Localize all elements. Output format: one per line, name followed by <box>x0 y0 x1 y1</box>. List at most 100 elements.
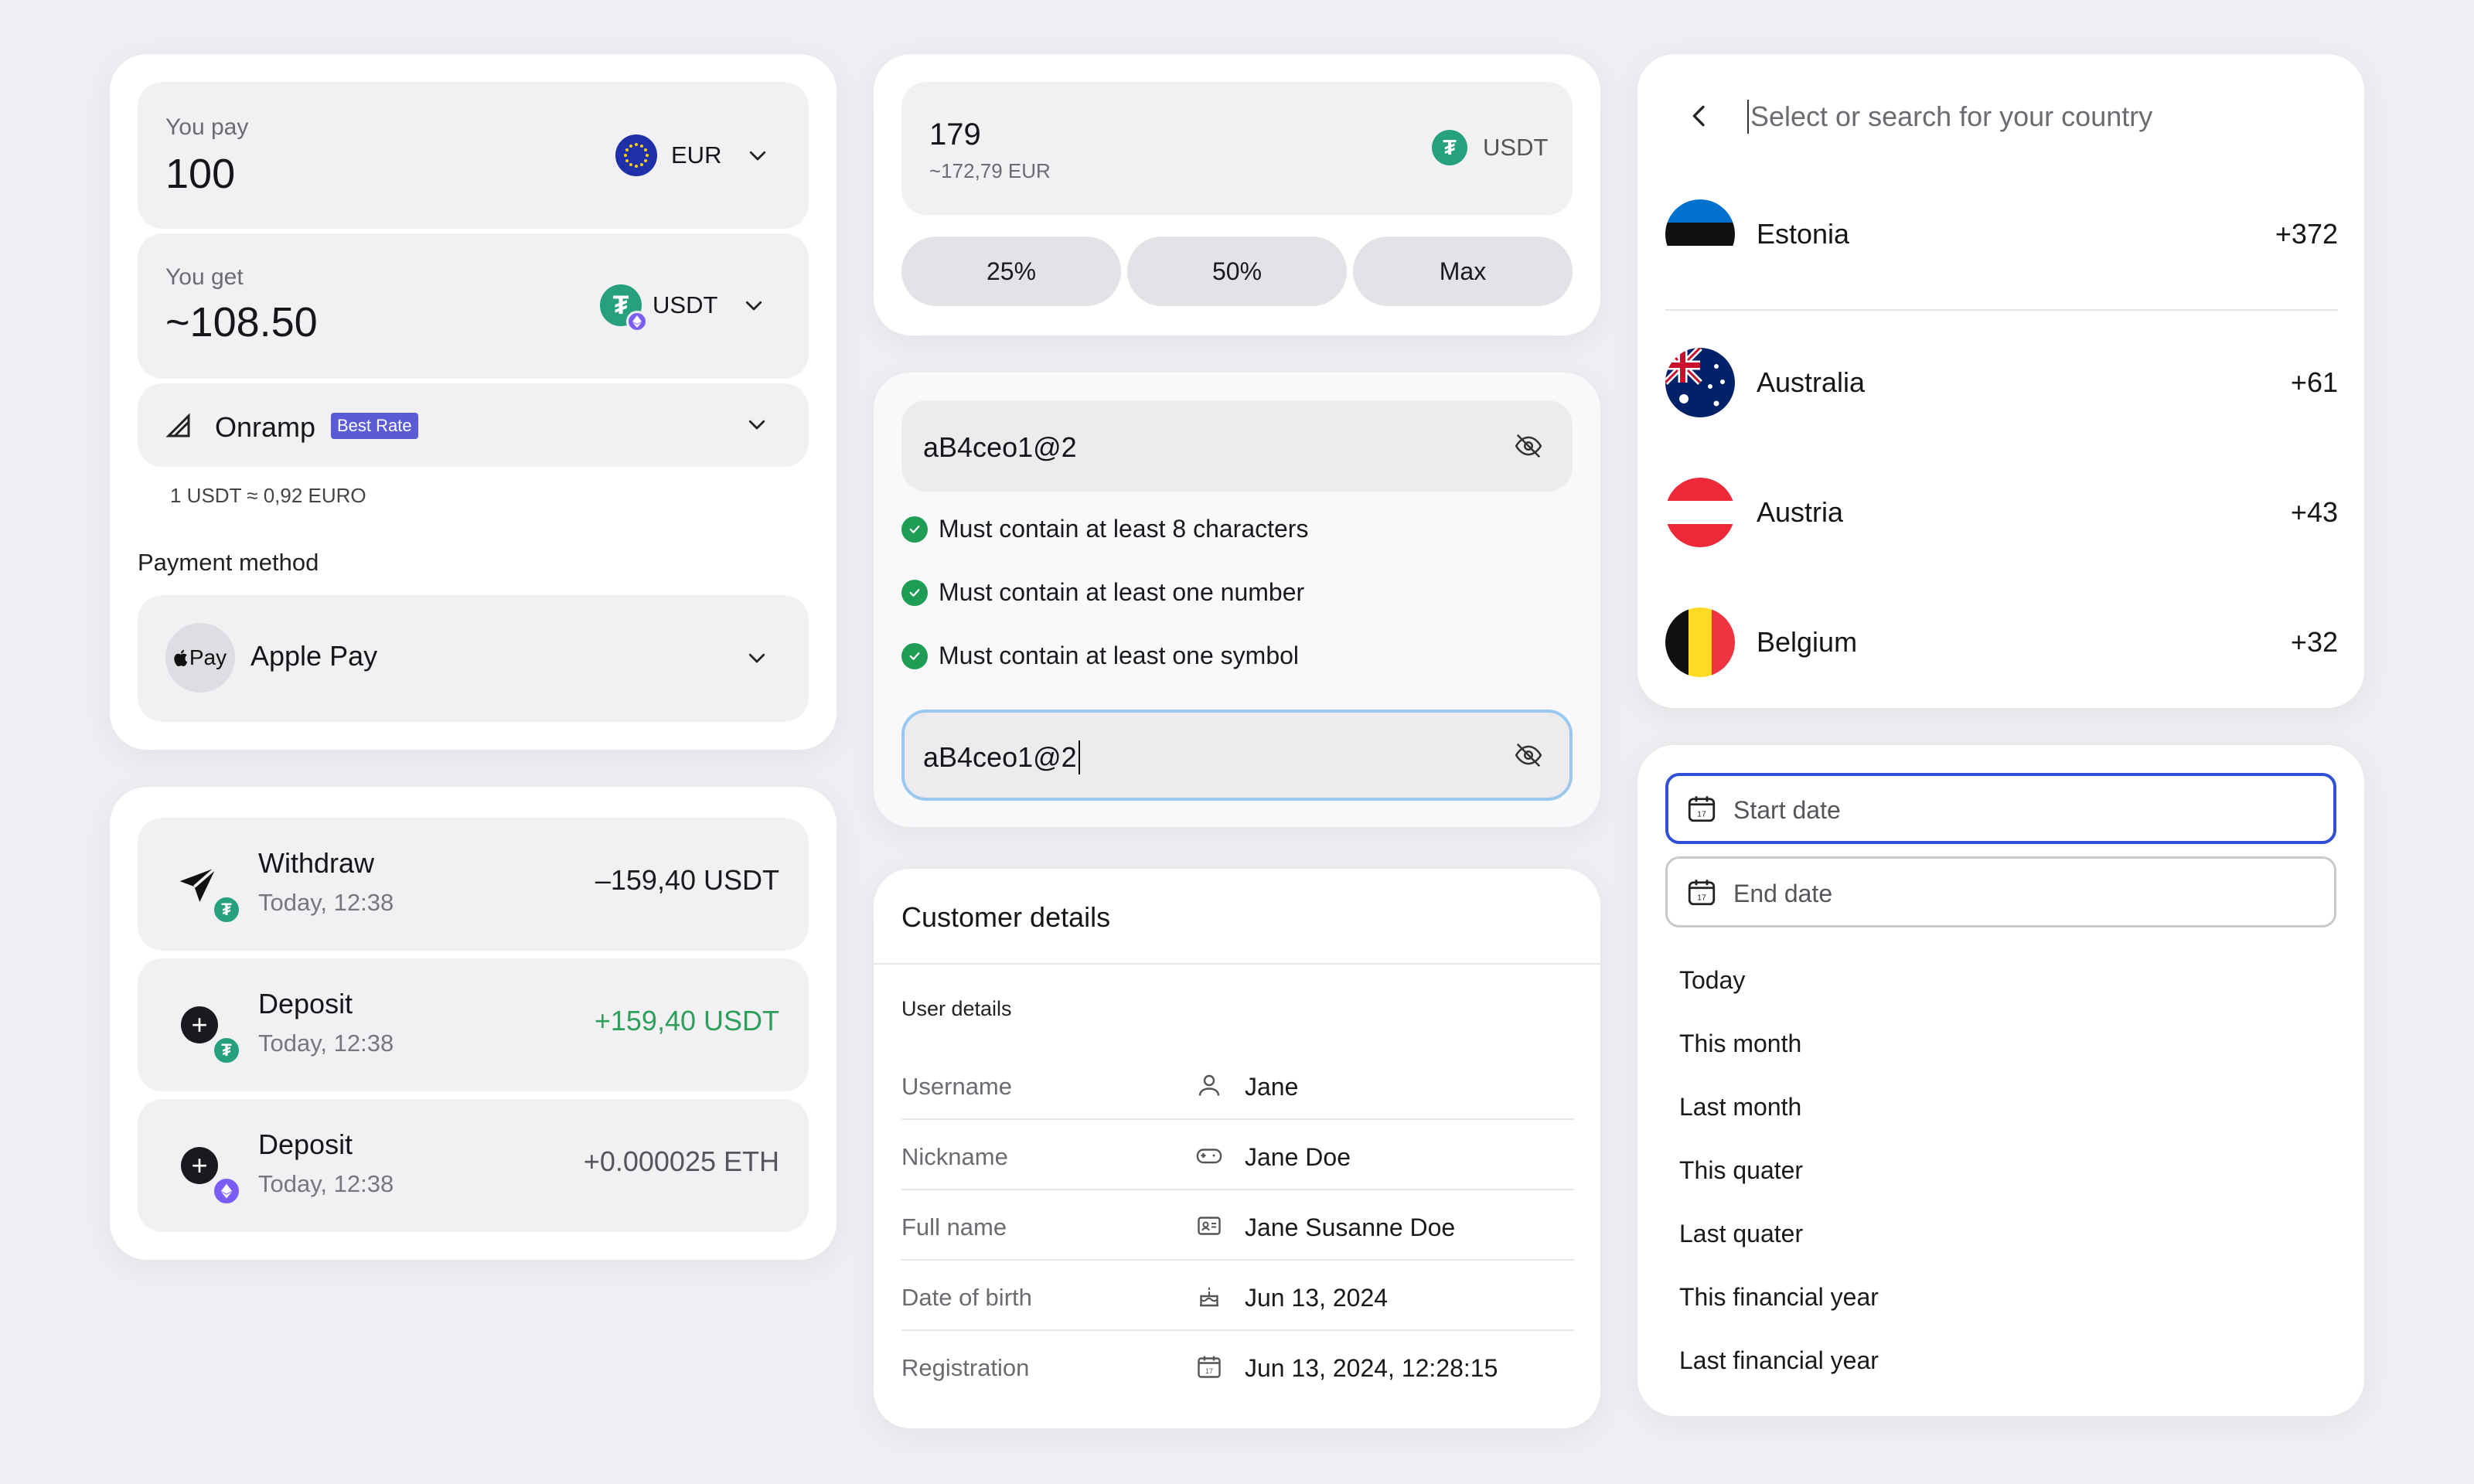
eye-off-icon[interactable] <box>1512 431 1545 465</box>
password-rule: Must contain at least 8 characters <box>901 515 1308 543</box>
cake-icon <box>1195 1282 1223 1310</box>
estonia-flag-icon <box>1665 199 1735 269</box>
country-name: Australia <box>1757 366 1866 398</box>
detail-row-full-name: Full name Jane Susanne Doe <box>901 1190 1574 1261</box>
provider-name: Onramp <box>215 411 316 443</box>
tether-icon: ₮ <box>600 284 648 332</box>
rule-text: Must contain at least one symbol <box>939 642 1300 669</box>
detail-value: Jane Susanne Doe <box>1245 1213 1456 1241</box>
transaction-title: Withdraw <box>258 847 375 879</box>
preset-max-button[interactable]: Max <box>1353 237 1573 306</box>
password-input[interactable]: aB4ceo1@2 <box>901 400 1573 492</box>
country-search-input[interactable]: Select or search for your country <box>1747 97 2335 136</box>
eye-off-icon[interactable] <box>1512 740 1545 774</box>
country-dial-code: +43 <box>2290 496 2338 528</box>
rule-text: Must contain at least one number <box>939 578 1305 606</box>
euro-flag-icon <box>615 134 657 176</box>
password-value[interactable]: aB4ceo1@2 <box>923 431 1077 464</box>
divider <box>1665 309 2338 311</box>
country-item-austria[interactable]: Austria +43 <box>1665 478 2338 547</box>
ethereum-badge-icon <box>212 1176 241 1206</box>
chevron-down-icon <box>742 294 765 317</box>
amount-converted: ~172,79 EUR <box>929 159 1051 182</box>
you-get-field[interactable]: You get ~108.50 ₮ USDT <box>138 233 809 379</box>
transaction-row[interactable]: + ₮ Deposit Today, 12:38 +159,40 USDT <box>138 958 809 1091</box>
you-pay-amount[interactable]: 100 <box>165 150 235 198</box>
transaction-row[interactable]: ₮ Withdraw Today, 12:38 –159,40 USDT <box>138 818 809 951</box>
transaction-time: Today, 12:38 <box>258 889 394 916</box>
detail-value: Jane <box>1245 1073 1299 1101</box>
date-option-this-financial-year[interactable]: This financial year <box>1679 1283 1879 1312</box>
id-card-icon <box>1195 1212 1223 1240</box>
best-rate-badge: Best Rate <box>331 413 418 439</box>
payment-method-selector[interactable]: Pay Apple Pay <box>138 595 809 722</box>
calendar-icon: 17 <box>1685 791 1718 829</box>
plus-icon: + <box>181 1006 218 1043</box>
detail-label: Registration <box>901 1354 1030 1381</box>
plus-icon: + <box>181 1147 218 1184</box>
gamepad-icon <box>1195 1142 1223 1169</box>
date-option-last-financial-year[interactable]: Last financial year <box>1679 1346 1879 1375</box>
austria-flag-icon <box>1665 478 1735 547</box>
country-name: Belgium <box>1757 626 1858 658</box>
date-option-last-quarter[interactable]: Last quater <box>1679 1220 1803 1248</box>
date-option-last-month[interactable]: Last month <box>1679 1093 1801 1122</box>
transaction-amount: –159,40 USDT <box>595 864 779 896</box>
transaction-time: Today, 12:38 <box>258 1030 394 1057</box>
end-date-placeholder: End date <box>1733 880 1833 907</box>
currency-code: USDT <box>1483 134 1549 161</box>
start-date-input[interactable]: 17 Start date <box>1665 773 2336 844</box>
country-name: Austria <box>1757 496 1844 528</box>
country-dial-code: +372 <box>2275 218 2338 250</box>
customer-details-title: Customer details <box>901 901 1111 933</box>
back-arrow-icon[interactable] <box>1684 99 1715 137</box>
belgium-flag-icon <box>1665 608 1735 677</box>
detail-label: Username <box>901 1073 1012 1100</box>
tether-badge-icon: ₮ <box>212 1036 241 1065</box>
amount-value[interactable]: 179 <box>929 117 981 152</box>
currency-selector-usdt[interactable]: ₮ USDT <box>600 284 765 332</box>
transaction-row[interactable]: + Deposit Today, 12:38 +0.000025 ETH <box>138 1099 809 1232</box>
country-dial-code: +61 <box>2290 366 2338 398</box>
date-option-this-month[interactable]: This month <box>1679 1030 1801 1058</box>
user-details-heading: User details <box>901 997 1012 1020</box>
country-item-selected[interactable]: Estonia +372 <box>1665 199 2338 269</box>
date-option-this-quarter[interactable]: This quater <box>1679 1156 1803 1185</box>
transaction-amount: +0.000025 ETH <box>583 1145 779 1177</box>
preset-50-button[interactable]: 50% <box>1127 237 1347 306</box>
transaction-title: Deposit <box>258 1128 353 1160</box>
chevron-down-icon <box>745 413 768 436</box>
user-icon <box>1195 1071 1223 1099</box>
detail-row-registration: Registration 17 Jun 13, 2024, 12:28:15 <box>901 1331 1574 1401</box>
payment-method-name: Apple Pay <box>250 640 378 672</box>
exchange-rate: 1 USDT ≈ 0,92 EURO <box>170 484 366 507</box>
date-option-today[interactable]: Today <box>1679 966 1745 995</box>
amount-input[interactable]: 179 ~172,79 EUR ₮ USDT <box>901 82 1573 215</box>
australia-flag-icon <box>1665 348 1735 417</box>
country-item-australia[interactable]: Australia +61 <box>1665 348 2338 417</box>
chevron-down-icon <box>745 646 768 669</box>
password-rule: Must contain at least one number <box>901 578 1304 607</box>
detail-row-date-of-birth: Date of birth Jun 13, 2024 <box>901 1261 1574 1331</box>
preset-25-button[interactable]: 25% <box>901 237 1121 306</box>
you-pay-field[interactable]: You pay 100 EUR <box>138 82 809 229</box>
detail-row-nickname: Nickname Jane Doe <box>901 1120 1574 1190</box>
country-item-belgium[interactable]: Belgium +32 <box>1665 608 2338 677</box>
detail-row-username: Username Jane <box>901 1050 1574 1120</box>
detail-label: Full name <box>901 1213 1007 1241</box>
detail-label: Nickname <box>901 1143 1008 1170</box>
end-date-input[interactable]: 17 End date <box>1665 856 2336 928</box>
confirm-password-value[interactable]: aB4ceo1@2 <box>923 741 1077 774</box>
currency-display-usdt: ₮ USDT <box>1432 130 1548 165</box>
transaction-title: Deposit <box>258 988 353 1019</box>
tether-icon: ₮ <box>1432 130 1467 165</box>
rule-text: Must contain at least 8 characters <box>939 515 1309 543</box>
divider <box>874 963 1600 965</box>
currency-selector-eur[interactable]: EUR <box>615 134 769 176</box>
confirm-password-input[interactable]: aB4ceo1@2 <box>901 710 1573 801</box>
detail-value: Jane Doe <box>1245 1143 1351 1171</box>
provider-selector[interactable]: Onramp Best Rate <box>138 383 809 467</box>
detail-value: Jun 13, 2024, 12:28:15 <box>1245 1354 1498 1382</box>
check-circle-icon <box>901 579 928 606</box>
payment-method-label: Payment method <box>138 549 319 576</box>
